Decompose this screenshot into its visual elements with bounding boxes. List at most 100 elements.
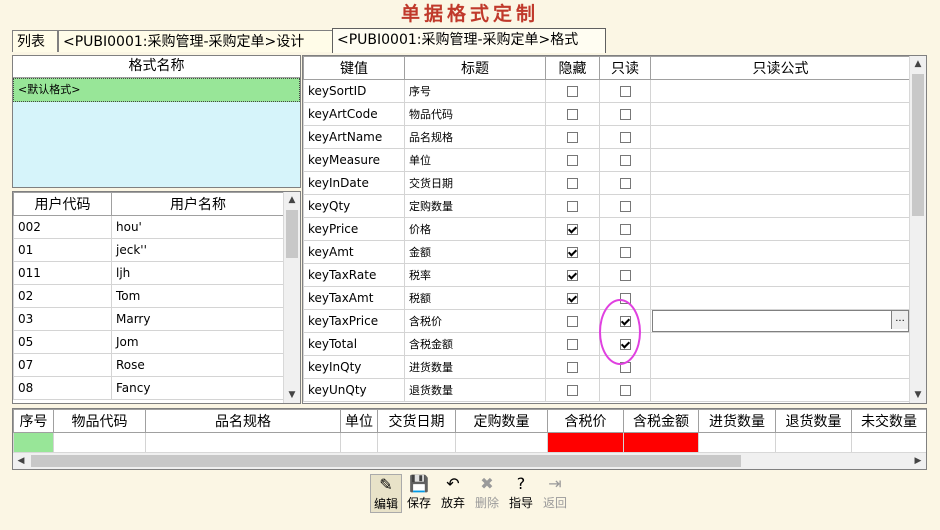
edit-button[interactable]: ✎ 编辑 — [370, 474, 402, 513]
readonly-checkbox[interactable] — [619, 293, 631, 304]
user-name-cell[interactable]: Tom — [111, 284, 285, 308]
formula-cell[interactable] — [650, 79, 911, 103]
users-scrollbar[interactable]: ▲ ▼ — [283, 192, 300, 403]
formula-cell[interactable] — [650, 171, 911, 195]
formula-cell[interactable] — [650, 148, 911, 172]
formula-cell[interactable] — [650, 102, 911, 126]
column-readonly-formula[interactable]: 只读公式 — [650, 56, 911, 80]
formula-cell[interactable] — [650, 194, 911, 218]
field-key-cell[interactable]: keyAmt — [303, 240, 405, 264]
save-button[interactable]: 💾 保存 — [404, 474, 434, 511]
column-user-name[interactable]: 用户名称 — [111, 192, 285, 216]
table-row[interactable]: 01 jeck'' — [13, 238, 285, 262]
field-title-cell[interactable]: 序号 — [404, 79, 546, 103]
formula-cell[interactable] — [650, 355, 911, 379]
scroll-right-icon[interactable]: ▶ — [910, 453, 926, 469]
scroll-thumb[interactable] — [912, 74, 924, 216]
hidden-checkbox[interactable] — [567, 201, 578, 212]
scroll-thumb[interactable] — [31, 455, 741, 467]
readonly-checkbox[interactable] — [619, 155, 631, 166]
field-title-cell[interactable]: 含税金额 — [404, 332, 546, 356]
formula-browse-button[interactable]: ... — [891, 311, 908, 329]
field-key-cell[interactable]: keyArtCode — [303, 102, 405, 126]
user-code-cell[interactable]: 002 — [13, 215, 112, 239]
fields-scrollbar[interactable]: ▲ ▼ — [909, 56, 926, 403]
table-row[interactable]: keyQty 定购数量 — [303, 194, 911, 218]
table-row[interactable]: 011 ljh — [13, 261, 285, 285]
readonly-checkbox[interactable] — [619, 224, 631, 235]
column-user-code[interactable]: 用户代码 — [13, 192, 112, 216]
preview-hscrollbar[interactable]: ◀ ▶ — [13, 452, 926, 469]
column-hidden[interactable]: 隐藏 — [545, 56, 600, 80]
user-code-cell[interactable]: 011 — [13, 261, 112, 285]
field-key-cell[interactable]: keyTaxRate — [303, 263, 405, 287]
tab-list[interactable]: 列表 — [12, 30, 58, 52]
field-key-cell[interactable]: keyTaxPrice — [303, 309, 405, 333]
exit-button[interactable]: ⇥ 返回 — [540, 474, 570, 511]
table-row[interactable]: 08 Fancy — [13, 376, 285, 400]
formula-cell[interactable]: ... — [650, 309, 911, 333]
preview-column-header[interactable]: 交货日期 — [377, 409, 456, 433]
field-title-cell[interactable]: 进货数量 — [404, 355, 546, 379]
formula-cell[interactable] — [650, 125, 911, 149]
readonly-checkbox[interactable] — [619, 132, 631, 143]
table-row[interactable]: keyArtCode 物品代码 — [303, 102, 911, 126]
table-row[interactable]: keyArtName 品名规格 — [303, 125, 911, 149]
table-row[interactable]: 05 Jom — [13, 330, 285, 354]
column-key[interactable]: 键值 — [303, 56, 405, 80]
user-name-cell[interactable]: ljh — [111, 261, 285, 285]
scroll-left-icon[interactable]: ◀ — [13, 453, 29, 469]
preview-column-header[interactable]: 未交数量 — [851, 409, 926, 433]
user-code-cell[interactable]: 05 — [13, 330, 112, 354]
table-row[interactable]: keyTaxRate 税率 — [303, 263, 911, 287]
table-row[interactable]: 02 Tom — [13, 284, 285, 308]
field-title-cell[interactable]: 品名规格 — [404, 125, 546, 149]
readonly-checkbox[interactable] — [619, 270, 631, 281]
hidden-checkbox[interactable] — [567, 385, 578, 396]
undo-button[interactable]: ↶ 放弃 — [438, 474, 468, 511]
table-row[interactable]: keyInDate 交货日期 — [303, 171, 911, 195]
formula-cell[interactable] — [650, 378, 911, 402]
user-name-cell[interactable]: hou' — [111, 215, 285, 239]
field-title-cell[interactable]: 价格 — [404, 217, 546, 241]
field-title-cell[interactable]: 含税价 — [404, 309, 546, 333]
formula-cell[interactable] — [650, 263, 911, 287]
field-key-cell[interactable]: keyInDate — [303, 171, 405, 195]
field-title-cell[interactable]: 交货日期 — [404, 171, 546, 195]
help-button[interactable]: ? 指导 — [506, 474, 536, 511]
table-row[interactable]: keyUnQty 退货数量 — [303, 378, 911, 402]
readonly-checkbox[interactable] — [619, 385, 631, 396]
scroll-thumb[interactable] — [286, 210, 298, 258]
readonly-checkbox[interactable] — [619, 201, 631, 212]
hidden-checkbox[interactable] — [567, 178, 578, 189]
preview-column-header[interactable]: 进货数量 — [698, 409, 776, 433]
field-title-cell[interactable]: 金额 — [404, 240, 546, 264]
hidden-checkbox[interactable] — [567, 270, 578, 281]
scroll-up-icon[interactable]: ▲ — [910, 56, 926, 72]
field-key-cell[interactable]: keyPrice — [303, 217, 405, 241]
user-code-cell[interactable]: 02 — [13, 284, 112, 308]
readonly-checkbox[interactable] — [619, 86, 631, 97]
table-row[interactable]: 002 hou' — [13, 215, 285, 239]
format-item-default[interactable]: <默认格式> — [13, 78, 300, 102]
formula-cell[interactable] — [650, 217, 911, 241]
table-row[interactable]: keyInQty 进货数量 — [303, 355, 911, 379]
user-code-cell[interactable]: 07 — [13, 353, 112, 377]
field-title-cell[interactable]: 单位 — [404, 148, 546, 172]
field-title-cell[interactable]: 税额 — [404, 286, 546, 310]
field-key-cell[interactable]: keyQty — [303, 194, 405, 218]
scroll-down-icon[interactable]: ▼ — [284, 387, 300, 403]
field-title-cell[interactable]: 税率 — [404, 263, 546, 287]
preview-column-header[interactable]: 品名规格 — [145, 409, 341, 433]
table-row[interactable]: keyMeasure 单位 — [303, 148, 911, 172]
hidden-checkbox[interactable] — [567, 132, 578, 143]
user-code-cell[interactable]: 03 — [13, 307, 112, 331]
column-readonly[interactable]: 只读 — [599, 56, 651, 80]
preview-column-header[interactable]: 物品代码 — [53, 409, 146, 433]
user-name-cell[interactable]: jeck'' — [111, 238, 285, 262]
hidden-checkbox[interactable] — [567, 247, 578, 258]
column-title[interactable]: 标题 — [404, 56, 546, 80]
table-row[interactable]: 03 Marry — [13, 307, 285, 331]
readonly-checkbox[interactable] — [619, 339, 631, 350]
table-row[interactable]: keySortID 序号 — [303, 79, 911, 103]
